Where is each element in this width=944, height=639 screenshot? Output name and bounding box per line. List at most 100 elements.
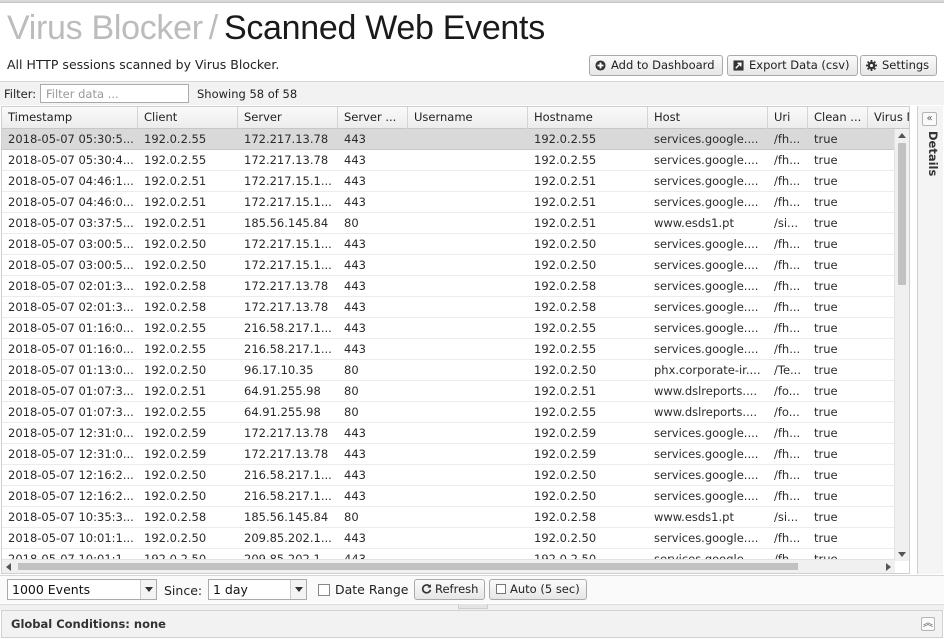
table-cell: 172.217.15.1... — [244, 258, 332, 272]
auto-refresh-button[interactable]: Auto (5 sec) — [489, 579, 587, 600]
table-row[interactable]: 2018-05-07 02:01:3... 192.0.2.58 172.217.1… — [2, 297, 895, 318]
grid-header: Timestamp Client Server Server ... Usern… — [2, 107, 909, 129]
table-cell: true — [814, 489, 838, 503]
table-cell: true — [814, 279, 838, 293]
expand-details-icon[interactable]: « — [922, 112, 937, 126]
auto-refresh-checkbox[interactable] — [496, 584, 506, 594]
table-row[interactable]: 2018-05-07 10:01:1... 192.0.2.50 209.85.20… — [2, 528, 895, 549]
filter-input[interactable] — [40, 84, 189, 103]
table-cell — [408, 423, 528, 444]
table-cell: 192.0.2.58 — [534, 510, 597, 524]
table-cell: phx.corporate-ir.... — [654, 363, 761, 377]
table-cell: services.google.... — [654, 174, 759, 188]
table-cell: 192.0.2.55 — [144, 342, 207, 356]
since-select[interactable]: 1 day — [208, 579, 307, 600]
table-cell: /fh... — [774, 531, 801, 545]
column-header-client[interactable]: Client — [138, 107, 238, 129]
chevron-down-icon[interactable] — [140, 580, 156, 599]
table-row[interactable]: 2018-05-07 01:16:0... 192.0.2.55 216.58.21… — [2, 318, 895, 339]
column-header-server-port[interactable]: Server ... — [338, 107, 408, 129]
column-header-timestamp[interactable]: Timestamp — [2, 107, 138, 129]
table-cell: www.esds1.pt — [654, 216, 734, 230]
table-cell: true — [814, 300, 838, 314]
table-row[interactable]: 2018-05-07 12:31:0... 192.0.2.59 172.217.1… — [2, 423, 895, 444]
vertical-scroll-thumb[interactable] — [898, 143, 906, 285]
table-cell: 443 — [344, 258, 366, 272]
settings-button[interactable]: Settings — [860, 55, 938, 76]
table-cell: services.google.... — [654, 237, 759, 251]
results-count: Showing 58 of 58 — [197, 87, 298, 101]
global-conditions-bar[interactable]: Global Conditions: none ︽ — [1, 610, 943, 638]
scroll-right-arrow-icon[interactable] — [886, 563, 891, 571]
horizontal-scroll-thumb[interactable] — [18, 563, 798, 570]
details-label[interactable]: Details — [920, 131, 940, 176]
table-cell: 443 — [344, 321, 366, 335]
horizontal-scrollbar[interactable] — [2, 559, 895, 573]
table-row[interactable]: 2018-05-07 01:07:3... 192.0.2.55 64.91.255… — [2, 402, 895, 423]
table-row[interactable]: 2018-05-07 05:30:5... 192.0.2.55 172.217.1… — [2, 129, 895, 150]
scroll-left-arrow-icon[interactable] — [6, 563, 11, 571]
table-cell — [408, 486, 528, 507]
table-row[interactable]: 2018-05-07 02:01:3... 192.0.2.58 172.217.1… — [2, 276, 895, 297]
table-row[interactable]: 2018-05-07 04:46:1... 192.0.2.51 172.217.1… — [2, 171, 895, 192]
breadcrumb-app[interactable]: Virus Blocker — [7, 9, 203, 47]
page-subtitle: All HTTP sessions scanned by Virus Block… — [7, 57, 280, 72]
table-cell: true — [814, 426, 838, 440]
column-header-clean[interactable]: Clean ... — [808, 107, 868, 129]
details-panel[interactable]: « Details — [917, 106, 943, 574]
table-cell: 172.217.15.1... — [244, 237, 332, 251]
table-cell: 192.0.2.50 — [144, 258, 207, 272]
column-header-host[interactable]: Host — [648, 107, 768, 129]
table-row[interactable]: 2018-05-07 04:46:0... 192.0.2.51 172.217.1… — [2, 192, 895, 213]
table-cell: 192.0.2.50 — [534, 237, 597, 251]
breadcrumb-separator: / — [208, 9, 218, 47]
table-row[interactable]: 2018-05-07 10:35:3... 192.0.2.58 185.56.14… — [2, 507, 895, 528]
table-cell: 2018-05-07 12:16:2... — [8, 468, 134, 482]
table-cell: 80 — [344, 384, 359, 398]
table-row[interactable]: 2018-05-07 12:16:2... 192.0.2.50 216.58.21… — [2, 486, 895, 507]
table-row[interactable]: 2018-05-07 03:37:5... 192.0.2.51 185.56.14… — [2, 213, 895, 234]
table-cell: 192.0.2.59 — [534, 426, 597, 440]
table-cell: 216.58.217.1... — [244, 342, 332, 356]
table-cell: 443 — [344, 426, 366, 440]
table-cell: 443 — [344, 489, 366, 503]
table-cell: true — [814, 384, 838, 398]
table-cell: 192.0.2.59 — [144, 447, 207, 461]
date-range-checkbox[interactable] — [318, 584, 330, 596]
table-cell: true — [814, 447, 838, 461]
events-limit-select[interactable]: 1000 Events — [7, 579, 157, 600]
column-header-hostname[interactable]: Hostname — [528, 107, 648, 129]
refresh-button[interactable]: Refresh — [414, 579, 486, 600]
table-cell: 80 — [344, 405, 359, 419]
vertical-scrollbar[interactable] — [894, 129, 909, 561]
splitter-handle[interactable] — [458, 604, 488, 609]
table-cell: /fh... — [774, 279, 801, 293]
chevron-down-icon[interactable] — [290, 580, 306, 599]
column-header-virus-name[interactable]: Virus N — [868, 107, 909, 129]
table-row[interactable]: 2018-05-07 01:16:0... 192.0.2.55 216.58.21… — [2, 339, 895, 360]
column-header-username[interactable]: Username — [408, 107, 528, 129]
table-row[interactable]: 2018-05-07 05:30:4... 192.0.2.55 172.217.1… — [2, 150, 895, 171]
table-row[interactable]: 2018-05-07 01:07:3... 192.0.2.51 64.91.255… — [2, 381, 895, 402]
column-header-server[interactable]: Server — [238, 107, 338, 129]
table-cell: 192.0.2.55 — [144, 405, 207, 419]
table-row[interactable]: 2018-05-07 03:00:5... 192.0.2.50 172.217.1… — [2, 234, 895, 255]
table-row[interactable]: 2018-05-07 12:31:0... 192.0.2.59 172.217.1… — [2, 444, 895, 465]
table-row[interactable]: 2018-05-07 12:16:2... 192.0.2.50 216.58.21… — [2, 465, 895, 486]
scroll-down-arrow-icon[interactable] — [898, 552, 906, 557]
scroll-up-arrow-icon[interactable] — [898, 133, 906, 138]
export-data-button[interactable]: Export Data (csv) — [727, 55, 858, 76]
table-row[interactable]: 2018-05-07 10:01:1... 192.0.2.50 209.85.20… — [2, 549, 895, 559]
table-cell: 2018-05-07 03:00:5... — [8, 237, 134, 251]
refresh-label: Refresh — [435, 582, 479, 596]
table-row[interactable]: 2018-05-07 01:13:0... 192.0.2.50 96.17.10.… — [2, 360, 895, 381]
column-header-uri[interactable]: Uri — [768, 107, 808, 129]
table-cell: 185.56.145.84 — [244, 216, 329, 230]
table-cell — [408, 360, 528, 381]
add-to-dashboard-button[interactable]: Add to Dashboard — [589, 55, 723, 76]
table-row[interactable]: 2018-05-07 03:00:5... 192.0.2.50 172.217.1… — [2, 255, 895, 276]
date-range-label[interactable]: Date Range — [335, 582, 408, 597]
table-cell: 192.0.2.58 — [534, 279, 597, 293]
expand-up-icon[interactable]: ︽ — [921, 617, 935, 631]
table-cell: 172.217.15.1... — [244, 174, 332, 188]
